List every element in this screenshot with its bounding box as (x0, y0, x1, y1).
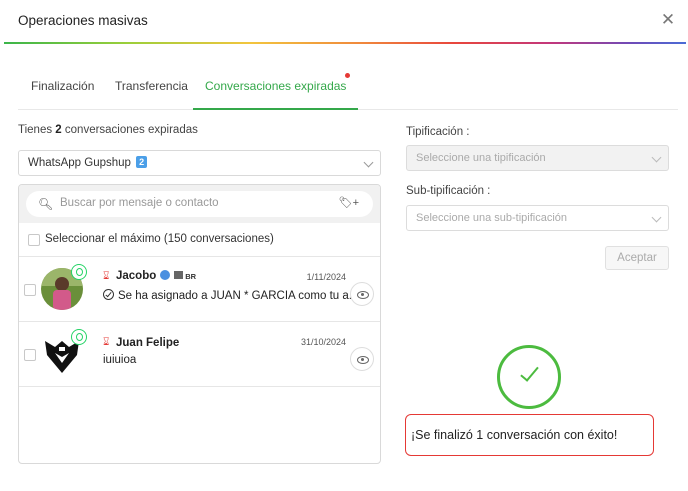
search-bar: 🔍︎ Buscar por mensaje o contacto 🏷︎+ (19, 185, 380, 223)
last-message: iuiuioa (103, 354, 137, 366)
close-icon[interactable]: ✕ (658, 10, 678, 30)
select-all-row: Seleccionar el máximo (150 conversacione… (19, 223, 380, 257)
view-eye-icon[interactable] (350, 282, 374, 306)
tab-label: Conversaciones expiradas (205, 79, 347, 93)
add-tag-icon[interactable]: 🏷︎+ (339, 196, 359, 209)
notification-dot (345, 73, 351, 78)
whatsapp-icon (71, 264, 87, 280)
channel-count-badge: 2 (136, 156, 148, 168)
view-eye-icon[interactable] (350, 347, 374, 371)
hourglass-icon: ⌛︎ (103, 337, 110, 348)
select-all-label: Seleccionar el máximo (150 conversacione… (45, 233, 274, 245)
list-item[interactable]: ⌛︎ Jacobo BR 1/11/2024 Se ha asignado a J… (19, 258, 380, 322)
accept-button[interactable]: Aceptar (605, 246, 669, 270)
tipificacion-label: Tipificación : (406, 126, 470, 138)
header-divider (4, 42, 686, 44)
hourglass-icon: ⌛︎ (103, 271, 110, 282)
search-input[interactable]: 🔍︎ Buscar por mensaje o contacto 🏷︎+ (26, 191, 373, 217)
contact-name: Jacobo BR (116, 270, 197, 282)
success-message-box: ¡Se finalizó 1 conversación con éxito! (405, 414, 654, 456)
subtipificacion-placeholder: Seleccione una sub-tipificación (416, 212, 568, 224)
modal-header: Operaciones masivas ✕ (0, 0, 688, 44)
channel-select-value: WhatsApp Gupshup (28, 157, 131, 169)
success-check-icon (497, 345, 561, 409)
conversation-date: 1/11/2024 (306, 272, 346, 282)
tab-transferencia[interactable]: Transferencia (115, 70, 188, 110)
chevron-down-icon (651, 212, 662, 223)
list-item[interactable]: ⌛︎ Juan Felipe 31/10/2024 iuiuioa (19, 323, 380, 387)
tipificacion-select[interactable]: Seleccione una tipificación (406, 145, 669, 171)
conversation-list-panel: 🔍︎ Buscar por mensaje o contacto 🏷︎+ Sel… (18, 184, 381, 464)
select-all-checkbox[interactable] (28, 234, 40, 246)
whatsapp-icon (71, 329, 87, 345)
chevron-down-icon (363, 157, 374, 168)
search-placeholder: Buscar por mensaje o contacto (60, 197, 219, 209)
country-tag: BR (185, 272, 197, 281)
chevron-down-icon (651, 152, 662, 163)
row-checkbox[interactable] (24, 284, 36, 296)
modal-title: Operaciones masivas (18, 13, 148, 28)
subtipificacion-select[interactable]: Seleccione una sub-tipificación (406, 205, 669, 231)
last-message: Se ha asignado a JUAN * GARCIA como tu a… (103, 289, 358, 302)
success-message: ¡Se finalizó 1 conversación con éxito! (411, 428, 618, 442)
tipificacion-placeholder: Seleccione una tipificación (416, 152, 546, 164)
search-icon: 🔍︎ (38, 197, 54, 211)
row-checkbox[interactable] (24, 349, 36, 361)
channel-select[interactable]: WhatsApp Gupshup 2 (18, 150, 381, 176)
conversation-date: 31/10/2024 (300, 337, 346, 347)
building-icon (174, 271, 184, 279)
expired-count-text: Tienes 2 conversaciones expiradas (18, 124, 198, 136)
check-circle-icon (103, 289, 114, 300)
subtipificacion-label: Sub-tipificación : (406, 185, 491, 197)
tab-conversaciones-expiradas[interactable]: Conversaciones expiradas (193, 70, 359, 110)
tab-finalizacion[interactable]: Finalización (31, 70, 94, 110)
globe-icon (160, 270, 171, 280)
tab-bar: Finalización Transferencia Conversacione… (18, 70, 678, 110)
contact-name: Juan Felipe (116, 337, 180, 349)
